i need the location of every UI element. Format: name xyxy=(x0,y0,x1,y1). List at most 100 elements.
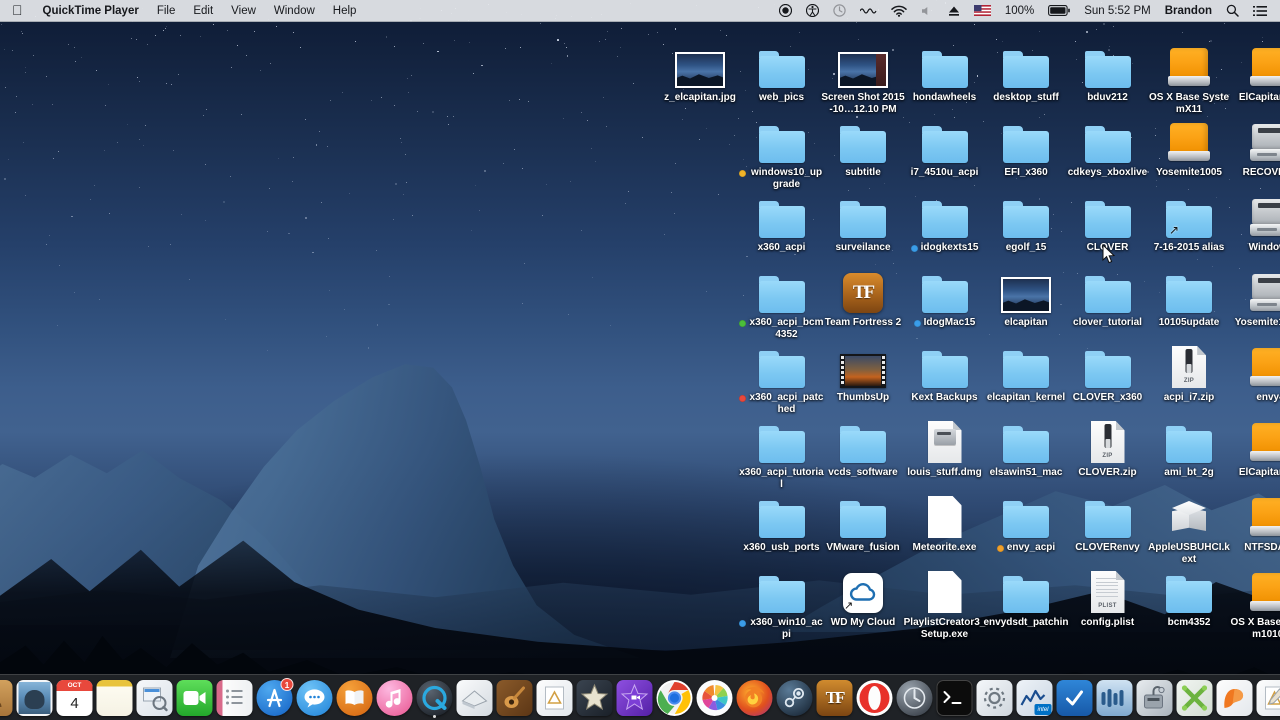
dock-item-textedit[interactable] xyxy=(1256,679,1280,717)
plist-file-icon: PLIST xyxy=(1090,571,1125,613)
desktop-icon-name: 7-16-2015 alias xyxy=(1153,242,1225,253)
dock-item-system-preferences[interactable] xyxy=(976,679,1014,717)
finder-tag-dot xyxy=(738,619,746,627)
external-drive-icon xyxy=(1249,573,1280,613)
current-user-label[interactable]: Brandon xyxy=(1158,0,1219,22)
volume-icon[interactable] xyxy=(914,0,941,22)
dock-item-checkmark[interactable] xyxy=(1056,679,1094,717)
dock-item-pages[interactable] xyxy=(536,679,574,717)
dock-item-preview[interactable] xyxy=(136,679,174,717)
spotlight-search-icon[interactable] xyxy=(1219,0,1246,22)
dock-item-green-x[interactable] xyxy=(1176,679,1214,717)
dock-item-idvd-star[interactable] xyxy=(616,679,654,717)
dock-item-intel-xtu[interactable]: intel xyxy=(1016,679,1054,717)
dock-item-contacts[interactable] xyxy=(0,679,14,717)
battery-percent-label[interactable]: 100% xyxy=(998,0,1041,22)
dock-item-garageband[interactable] xyxy=(496,679,534,717)
disk-image-file-icon xyxy=(927,421,962,463)
dock-item-photos[interactable] xyxy=(696,679,734,717)
dock-item-ibooks[interactable] xyxy=(336,679,374,717)
dock-item-app-store[interactable]: 1 xyxy=(256,678,294,717)
dock-item-notes[interactable] xyxy=(96,679,134,717)
dock-item-steam[interactable] xyxy=(776,679,814,717)
menu-view[interactable]: View xyxy=(222,0,265,22)
desktop-icon-label: subtitle xyxy=(845,167,881,179)
dock-item-opera[interactable] xyxy=(856,679,894,717)
dock-item-mail-photo[interactable] xyxy=(16,679,54,717)
desktop-icon-name: CLOVER_x360 xyxy=(1072,392,1143,403)
menu-bar-status-area: 100% Sun 5:52 PM Brandon xyxy=(772,0,1280,22)
menu-bar-left:  QuickTime Player File Edit View Window… xyxy=(0,0,365,22)
record-icon[interactable] xyxy=(772,0,799,22)
folder-icon xyxy=(1084,201,1131,238)
time-machine-icon[interactable] xyxy=(826,0,853,22)
desktop-icon[interactable]: Windows xyxy=(1219,190,1280,254)
dock-item-firefox[interactable] xyxy=(736,679,774,717)
dock-item-waveform-app[interactable] xyxy=(1096,679,1134,717)
dock-item-messages[interactable] xyxy=(296,679,334,717)
desktop-icon[interactable]: Yosemite10105 xyxy=(1219,265,1280,329)
dock-item-facetime[interactable] xyxy=(176,679,214,717)
folder-icon xyxy=(1003,501,1049,538)
folder-icon xyxy=(1084,51,1131,88)
wifi-icon[interactable] xyxy=(884,0,914,22)
dock-item-chrome[interactable] xyxy=(656,679,694,717)
dock-item-disk-utility[interactable] xyxy=(1136,679,1174,717)
dock-item-time-machine[interactable] xyxy=(896,679,934,717)
dock-item-imovie[interactable] xyxy=(576,679,614,717)
dock-item-pixelmator[interactable] xyxy=(1216,679,1254,717)
desktop-icon[interactable]: OS X Base System10105 xyxy=(1219,565,1280,640)
desktop-icon[interactable]: ElCapitanX11 xyxy=(1219,40,1280,104)
desktop-icon-grid: z_elcapitan.jpg web_pics Screen Shot 2015-… xyxy=(0,22,1280,672)
desktop-icon[interactable]: ElCapitanX11 xyxy=(1219,415,1280,479)
desktop-icon-name: elsawin51_mac xyxy=(989,467,1063,478)
dock: OCT41TFintelZIP xyxy=(0,674,1280,720)
desktop-icon[interactable]: envy4 xyxy=(1219,340,1280,404)
executable-file-icon xyxy=(927,496,962,538)
dock-item-quicktime[interactable] xyxy=(416,679,454,718)
folder-icon xyxy=(921,351,968,388)
alias-arrow-icon: ↗ xyxy=(1169,223,1180,237)
folder-icon xyxy=(1166,576,1212,613)
accessibility-icon[interactable] xyxy=(799,0,826,22)
dock-item-keynote[interactable] xyxy=(456,679,494,717)
dock-item-contacts-list[interactable] xyxy=(216,679,254,717)
desktop-icon[interactable]: RECOVERY xyxy=(1219,115,1280,179)
finder-tag-dot xyxy=(910,244,918,252)
desktop-icon-label: bduv212 xyxy=(1087,92,1128,104)
external-drive-icon xyxy=(1168,48,1210,88)
desktop-icon-name: ami_bt_2g xyxy=(1164,467,1214,478)
finder-tag-dot xyxy=(913,319,921,327)
dock-item-calendar[interactable]: OCT 4 xyxy=(56,679,94,717)
menu-file[interactable]: File xyxy=(148,0,185,22)
desktop-icon-name: config.plist xyxy=(1080,617,1135,628)
eject-icon[interactable] xyxy=(941,0,967,22)
folder-icon xyxy=(921,201,968,238)
desktop-icon[interactable]: NTFSDATA xyxy=(1219,490,1280,554)
dock-item-tf2[interactable]: TF xyxy=(816,679,854,717)
desktop-icon-label: Yosemite1005 xyxy=(1156,167,1222,179)
apple-menu-icon[interactable]:  xyxy=(0,0,34,22)
menu-help[interactable]: Help xyxy=(324,0,366,22)
us-flag-icon[interactable] xyxy=(967,0,998,22)
desktop-icon-label: i7_4510u_acpi xyxy=(911,167,979,179)
desktop-icon-label: Windows xyxy=(1249,242,1280,254)
battery-icon[interactable] xyxy=(1041,0,1077,22)
desktop-icon-name: CLOVER.zip xyxy=(1078,467,1137,478)
folder-icon xyxy=(758,501,805,538)
waveform-icon[interactable] xyxy=(853,0,884,22)
clock-datetime[interactable]: Sun 5:52 PM xyxy=(1077,0,1157,22)
folder-icon xyxy=(921,276,968,313)
dock-item-itunes[interactable] xyxy=(376,679,414,717)
desktop-icon-label: 7-16-2015 alias xyxy=(1154,242,1225,254)
desktop-icon-label: ElCapitanX11 xyxy=(1239,92,1280,104)
menu-window[interactable]: Window xyxy=(265,0,324,22)
desktop-icon-label: web_pics xyxy=(759,92,804,104)
menu-edit[interactable]: Edit xyxy=(184,0,222,22)
desktop-icon-name: vcds_software xyxy=(828,467,898,478)
notification-center-icon[interactable] xyxy=(1246,0,1274,22)
dock-item-terminal[interactable] xyxy=(936,679,974,717)
menu-app-name[interactable]: QuickTime Player xyxy=(34,0,148,22)
desktop-icon-name: ElCapitanX11 xyxy=(1238,92,1280,103)
internal-drive-icon xyxy=(1249,198,1280,238)
